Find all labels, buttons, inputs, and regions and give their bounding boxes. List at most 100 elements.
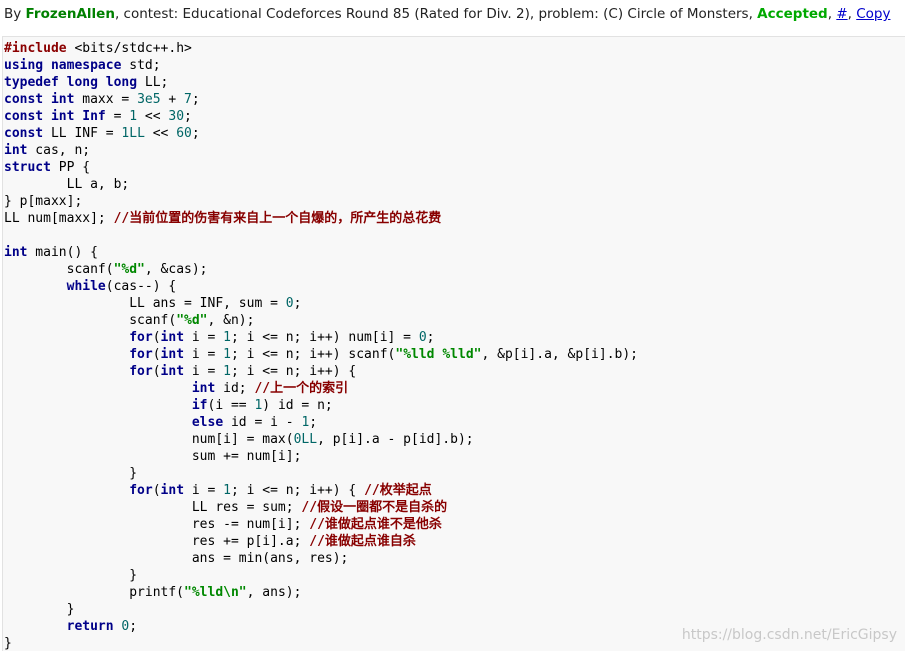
code-token: 0LL — [293, 432, 318, 447]
code-line: LL res = sum; //假设一圈都不是自杀的 — [4, 499, 905, 516]
code-token: num[i] = max( — [4, 432, 294, 447]
code-token: int — [160, 347, 185, 362]
code-token: i = — [184, 364, 224, 379]
code-token: int — [4, 245, 28, 260]
code-token: scanf( — [4, 313, 177, 328]
code-line: for(int i = 1; i <= n; i++) { //枚举起点 — [4, 482, 905, 499]
code-line: LL a, b; — [4, 176, 905, 193]
code-line: } — [4, 465, 905, 482]
code-line: int cas, n; — [4, 142, 905, 159]
code-line: printf("%lld\n", ans); — [4, 584, 905, 601]
code-token: 60 — [176, 126, 192, 141]
code-token: long long — [66, 75, 138, 90]
separator: , — [847, 6, 857, 22]
code-token: ; — [129, 619, 138, 634]
code-token: const — [4, 126, 44, 141]
code-token: int — [50, 92, 75, 107]
code-token: i = — [184, 483, 224, 498]
code-line: sum += num[i]; — [4, 448, 905, 465]
code-token: for — [129, 347, 153, 362]
code-token: LL a, b; — [4, 177, 130, 192]
code-line: num[i] = max(0LL, p[i].a - p[id].b); — [4, 431, 905, 448]
code-token: "%d" — [113, 262, 145, 277]
hash-link[interactable]: # — [836, 6, 847, 22]
code-token: scanf( — [4, 262, 114, 277]
code-token: else — [191, 415, 224, 430]
code-token: (cas--) { — [105, 279, 177, 294]
code-comment: //上一个的索引 — [254, 381, 349, 396]
code-token: 1 — [223, 483, 231, 498]
code-token: ) id = n; — [262, 398, 333, 413]
code-token: typedef — [4, 75, 59, 90]
code-line: else id = i - 1; — [4, 414, 905, 431]
code-token: for — [129, 364, 153, 379]
code-token: (i == — [207, 398, 255, 413]
code-token: , ans); — [246, 585, 302, 600]
code-comment: //假设一圈都不是自杀的 — [301, 500, 448, 515]
verdict-badge: Accepted — [757, 6, 828, 22]
code-token: ; i <= n; i++) { — [231, 483, 365, 498]
code-token: Inf — [82, 109, 106, 124]
code-line: if(i == 1) id = n; — [4, 397, 905, 414]
code-line: struct PP { — [4, 159, 905, 176]
code-line: const int maxx = 3e5 + 7; — [4, 91, 905, 108]
code-token: 1 — [223, 330, 231, 345]
code-token: sum += num[i]; — [4, 449, 302, 464]
code-line: int main() { — [4, 244, 905, 261]
code-token: 1 — [223, 347, 231, 362]
code-token: res -= num[i]; — [4, 517, 310, 532]
code-line: using namespace std; — [4, 57, 905, 74]
code-line: } — [4, 567, 905, 584]
code-line: for(int i = 1; i <= n; i++) scanf("%lld … — [4, 346, 905, 363]
code-line: for(int i = 1; i <= n; i++) { — [4, 363, 905, 380]
code-token: printf( — [4, 585, 185, 600]
code-line: scanf("%d", &n); — [4, 312, 905, 329]
code-token: <bits/stdc++.h> — [74, 41, 192, 56]
code-token: } p[maxx]; — [4, 194, 83, 209]
code-token: int — [191, 381, 216, 396]
source-code-panel[interactable]: #include <bits/stdc++.h> using namespace … — [2, 36, 905, 651]
code-token: return — [66, 619, 114, 634]
code-token: i = — [184, 330, 224, 345]
code-token: ; i <= n; i++) num[i] = — [231, 330, 419, 345]
code-line: ans = min(ans, res); — [4, 550, 905, 567]
code-line: ​ — [4, 227, 905, 244]
code-line: const LL INF = 1LL << 60; — [4, 125, 905, 142]
code-token: id = i - — [223, 415, 302, 430]
code-token: ; — [191, 126, 200, 141]
code-token: LL INF = — [43, 126, 122, 141]
code-token: int — [4, 143, 28, 158]
code-token: int — [160, 330, 185, 345]
code-token: for — [129, 483, 153, 498]
code-token: i = — [184, 347, 224, 362]
code-token: LL ans = INF, sum = — [4, 296, 286, 311]
code-token: } — [4, 466, 138, 481]
code-line: res -= num[i]; //谁做起点谁不是他杀 — [4, 516, 905, 533]
code-token: ( — [152, 330, 161, 345]
code-token: LL; — [137, 75, 169, 90]
code-token: for — [129, 330, 153, 345]
author-name[interactable]: FrozenAllen — [26, 6, 115, 22]
code-token: , &n); — [207, 313, 255, 328]
code-token: + — [160, 92, 185, 107]
code-token: while — [66, 279, 106, 294]
code-token: if — [191, 398, 208, 413]
watermark: https://blog.csdn.net/EricGipsy — [681, 627, 897, 643]
contest-info: , contest: Educational Codeforces Round … — [114, 6, 758, 22]
code-token: << — [144, 126, 177, 141]
copy-link[interactable]: Copy — [856, 6, 890, 22]
code-comment: //枚举起点 — [364, 483, 432, 498]
code-token: LL num[maxx]; — [4, 211, 114, 226]
code-line: LL ans = INF, sum = 0; — [4, 295, 905, 312]
code-token: #include — [4, 41, 67, 56]
code-token: struct — [4, 160, 51, 175]
code-token: std; — [121, 58, 161, 73]
code-token: 1 — [223, 364, 231, 379]
code-line: } — [4, 601, 905, 618]
